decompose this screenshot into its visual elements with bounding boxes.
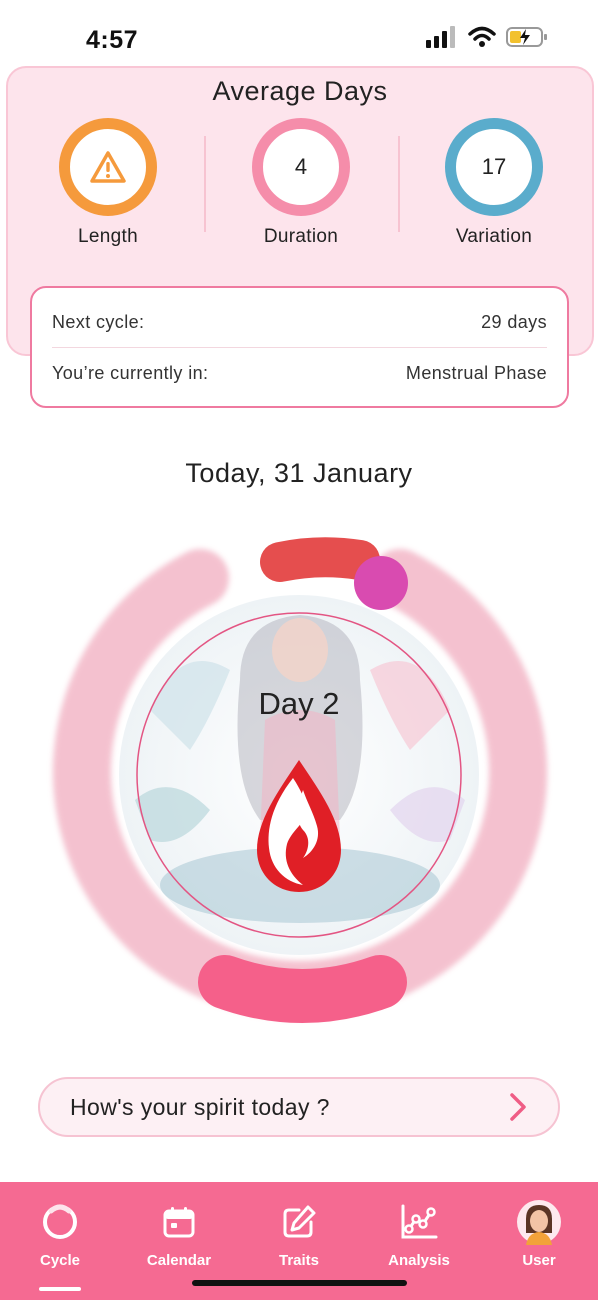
nav-item-cycle[interactable]: Cycle: [10, 1202, 110, 1269]
day-marker[interactable]: [354, 556, 408, 610]
active-tab-indicator: [39, 1287, 81, 1291]
chevron-right-icon: [510, 1093, 526, 1121]
next-cycle-value: 29 days: [481, 312, 547, 332]
status-bar: 4:57: [0, 0, 598, 70]
stat-length[interactable]: Length: [38, 118, 178, 248]
current-phase-value: Menstrual Phase: [405, 362, 547, 383]
divider: [398, 136, 400, 232]
nav-item-calendar[interactable]: Calendar: [129, 1202, 229, 1269]
edit-icon: [283, 1205, 316, 1238]
length-ring: [59, 118, 157, 216]
variation-ring: 17: [445, 118, 543, 216]
cycle-day-label: Day 2: [258, 686, 340, 721]
cycle-wheel[interactable]: [40, 520, 560, 1040]
battery-charging-icon: [506, 27, 547, 47]
nav-label-cycle: Cycle: [39, 1252, 81, 1269]
stat-duration[interactable]: 4 Duration: [231, 118, 371, 248]
home-indicator: [192, 1280, 407, 1286]
divider: [204, 136, 206, 232]
stat-duration-value: 4: [294, 154, 308, 179]
stat-variation[interactable]: 17 Variation: [424, 118, 564, 248]
cycle-icon: [43, 1204, 77, 1239]
calendar-icon: [163, 1207, 195, 1238]
spirit-prompt-text: How's your spirit today ?: [70, 1093, 330, 1120]
current-phase-label: You’re currently in:: [52, 362, 209, 383]
next-cycle-label: Next cycle:: [52, 312, 145, 332]
today-date: Today, 31 January: [185, 458, 413, 488]
current-phase-row: You’re currently in: Menstrual Phase: [52, 348, 547, 398]
stat-variation-label: Variation: [455, 226, 533, 247]
avatar: [517, 1200, 561, 1245]
nav-label-analysis: Analysis: [388, 1252, 450, 1269]
nav-label-calendar: Calendar: [146, 1252, 212, 1269]
nav-item-traits[interactable]: Traits: [249, 1202, 349, 1269]
wifi-icon: [468, 26, 496, 47]
nav-label-traits: Traits: [278, 1252, 320, 1269]
status-time: 4:57: [86, 26, 139, 54]
current-day-indicator: [260, 537, 380, 582]
average-days-title: Average Days: [212, 76, 388, 106]
stat-variation-value: 17: [481, 154, 507, 179]
nav-item-user[interactable]: User: [489, 1200, 589, 1269]
analysis-icon: [401, 1204, 438, 1239]
spirit-prompt-button[interactable]: How's your spirit today ?: [38, 1077, 560, 1137]
cycle-info-box: Next cycle: 29 days You’re currently in:…: [30, 286, 569, 408]
warning-icon: [90, 151, 126, 183]
nav-label-user: User: [522, 1252, 556, 1269]
stat-duration-label: Duration: [263, 226, 339, 247]
duration-ring: 4: [252, 118, 350, 216]
stat-length-label: Length: [78, 226, 138, 247]
status-icons: [426, 26, 548, 48]
nav-item-analysis[interactable]: Analysis: [369, 1202, 469, 1269]
period-segment: [198, 955, 407, 1023]
signal-icon: [426, 26, 455, 48]
next-cycle-row: Next cycle: 29 days: [52, 298, 547, 348]
